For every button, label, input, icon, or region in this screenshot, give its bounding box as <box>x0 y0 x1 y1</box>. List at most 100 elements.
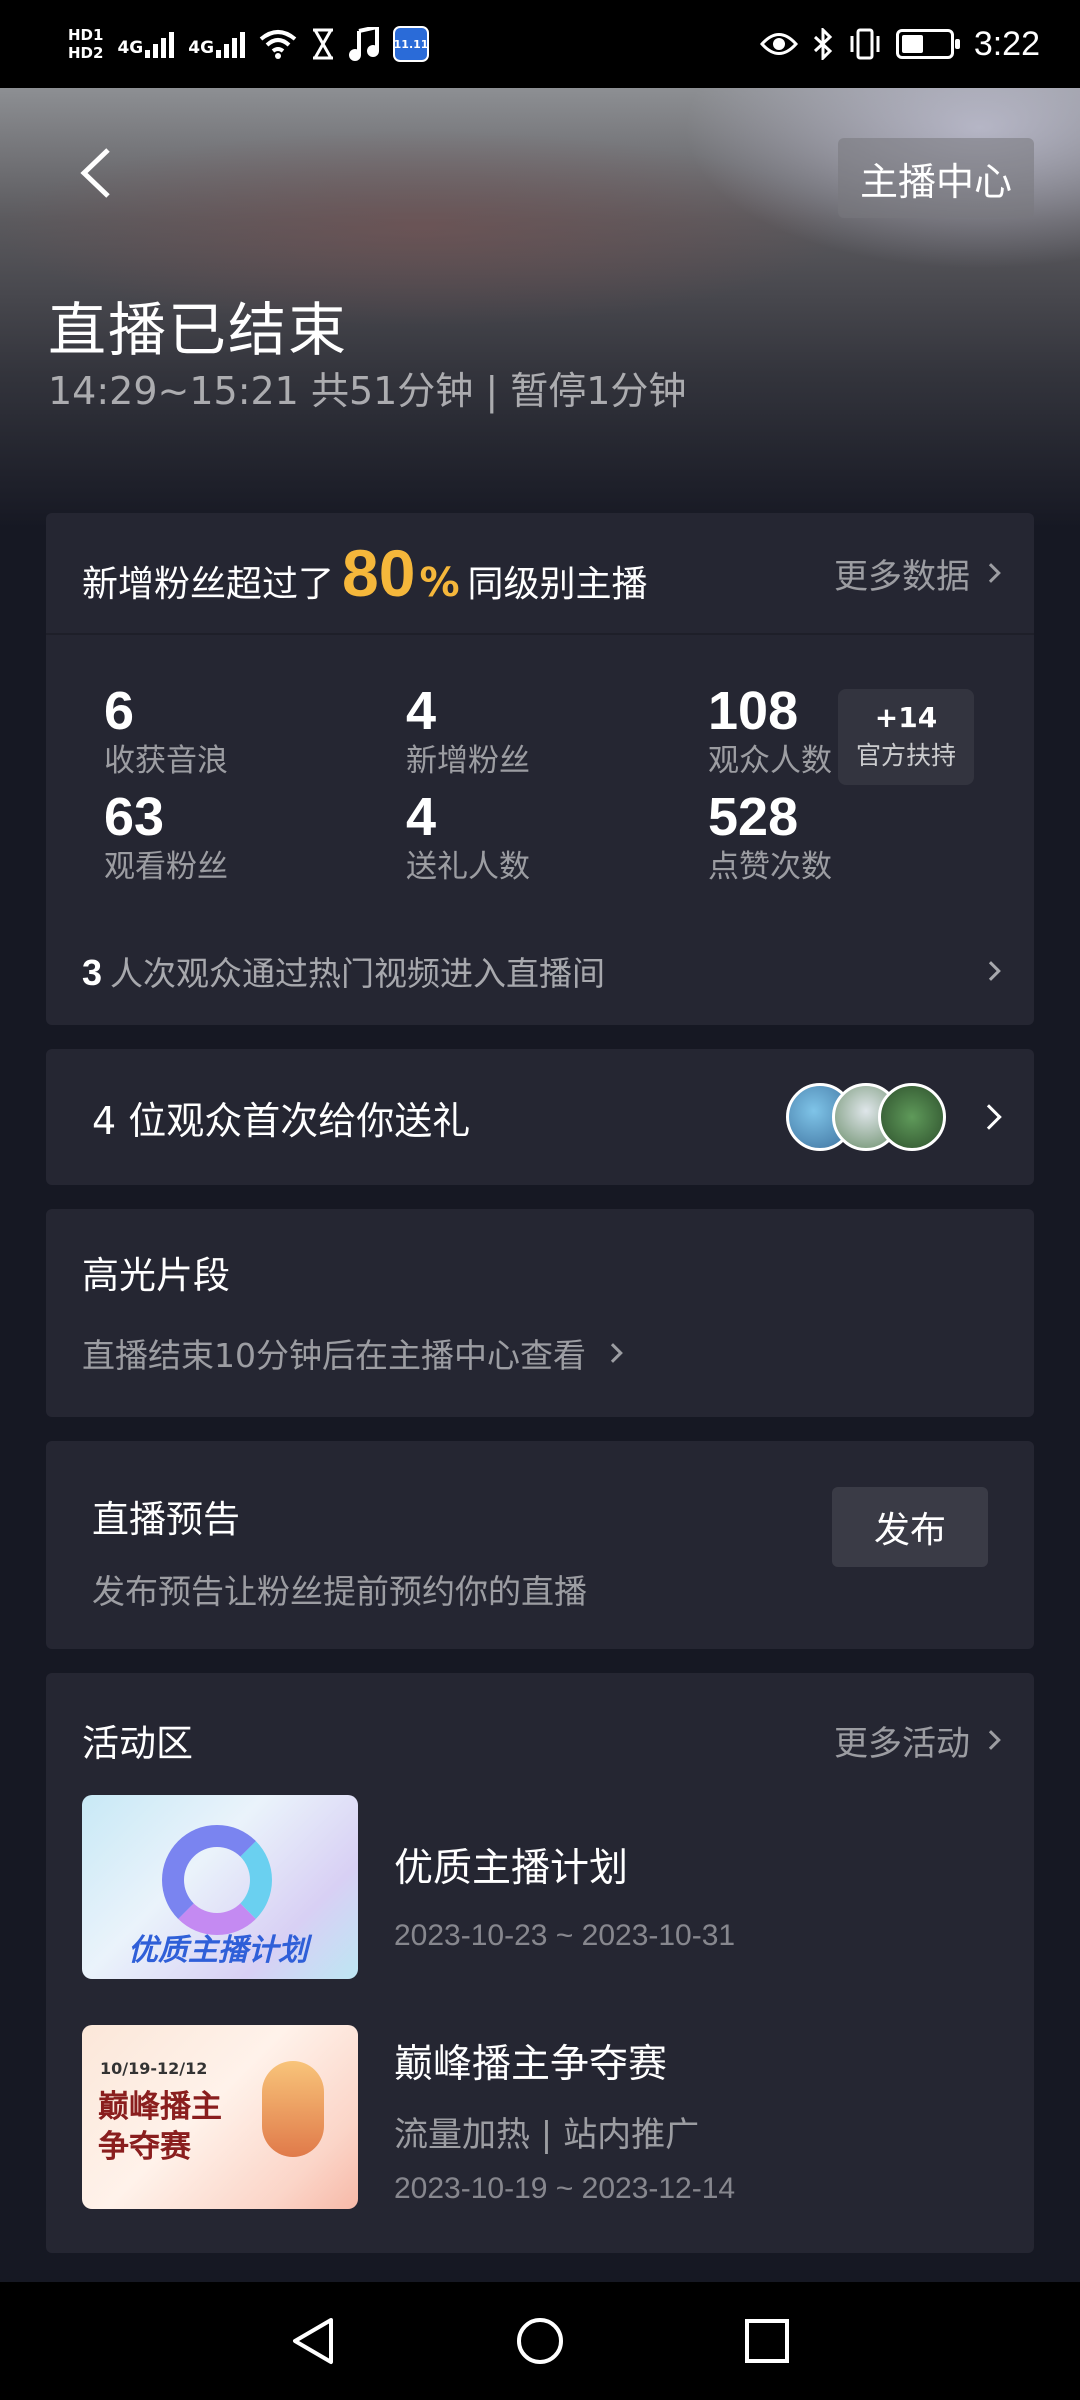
chevron-right-icon <box>981 1730 1001 1750</box>
activity-date: 2023-10-19 ~ 2023-12-14 <box>394 2172 736 2205</box>
thumbnail-text: 巅峰播主 争夺赛 <box>98 2087 222 2167</box>
header: 主播中心 直播已结束 14:29~15:21 共51分钟 | 暂停1分钟 <box>0 88 1080 528</box>
activity-info: 优质主播计划 2023-10-23 ~ 2023-10-31 <box>394 1795 735 1953</box>
gift-right <box>786 1083 1002 1151</box>
activity-info: 巅峰播主争夺赛 流量加热 | 站内推广 2023-10-19 ~ 2023-12… <box>394 2025 735 2206</box>
first-gift-card[interactable]: 4 位观众首次给你送礼 <box>46 1049 1034 1185</box>
stat-label: 点赞次数 <box>708 849 832 885</box>
hd2-label: HD2 <box>68 44 104 62</box>
activity-thumbnail: 10/19-12/12 巅峰播主 争夺赛 <box>82 2025 358 2209</box>
stat-value: 4 <box>406 787 437 847</box>
activity-item[interactable]: 10/19-12/12 巅峰播主 争夺赛 巅峰播主争夺赛 流量加热 | 站内推广… <box>82 2025 998 2209</box>
stat-new-fans[interactable]: 4 新增粉丝 <box>406 681 530 781</box>
activities-card: 活动区 更多活动 优质主播计划 优质主播计划 2023-10-23 ~ 2023… <box>46 1673 1034 2253</box>
hot-video-text: 3 人次观众通过热门视频进入直播间 <box>82 947 605 995</box>
activity-tags: 流量加热 | 站内推广 <box>394 2115 700 2155</box>
wifi-icon <box>259 30 297 59</box>
chevron-right-icon <box>981 961 1001 981</box>
square-recents-icon <box>744 2319 789 2363</box>
highlights-card: 高光片段 直播结束10分钟后在主播中心查看 <box>46 1209 1034 1417</box>
first-gift-text: 4 位观众首次给你送礼 <box>92 1098 471 1143</box>
stat-label: 收获音浪 <box>104 743 228 779</box>
official-support-badge: +14 官方扶持 <box>838 689 974 785</box>
stat-value: 108 <box>708 681 799 741</box>
more-activities-link[interactable]: 更多活动 <box>834 1716 1001 1765</box>
headline-percent: 80 <box>342 536 416 610</box>
stat-watching-fans[interactable]: 63 观看粉丝 <box>104 787 228 887</box>
hot-count: 3 <box>82 952 103 993</box>
headline-suffix: 同级别主播 <box>467 564 648 605</box>
activity-date: 2023-10-23 ~ 2023-10-31 <box>394 1919 736 1952</box>
navigation-bar <box>0 2282 1080 2400</box>
status-bar-right: 3:22 <box>759 24 1040 64</box>
hd1-label: HD1 <box>68 26 104 44</box>
preview-subtitle: 发布预告让粉丝提前预约你的直播 <box>92 1572 587 1611</box>
signal-2-label: 4G <box>188 38 215 58</box>
circle-home-icon <box>516 2318 563 2364</box>
chevron-right-icon <box>981 563 1001 583</box>
triangle-back-icon <box>293 2318 334 2364</box>
signal-2-icon: 4G <box>188 30 246 58</box>
publish-button[interactable]: 发布 <box>832 1487 988 1567</box>
stat-value: 63 <box>104 787 165 847</box>
stat-gift-senders[interactable]: 4 送礼人数 <box>406 787 530 887</box>
avatar <box>878 1083 946 1151</box>
more-data-label: 更多数据 <box>834 556 970 597</box>
chevron-right-icon <box>603 1343 623 1363</box>
fans-growth-headline: 新增粉丝超过了 80 % 同级别主播 <box>82 535 648 611</box>
anchor-center-button[interactable]: 主播中心 <box>837 138 1034 218</box>
stat-likes[interactable]: 528 点赞次数 <box>708 787 832 887</box>
thumbnail-text-line1: 巅峰播主 <box>98 2089 222 2125</box>
hd-indicator: HD1 HD2 <box>68 26 103 62</box>
vibrate-icon <box>850 28 880 60</box>
chevron-left-icon <box>80 148 110 198</box>
stat-label: 送礼人数 <box>406 849 530 885</box>
badge-label: 官方扶持 <box>855 741 956 770</box>
back-button[interactable] <box>60 138 130 208</box>
stat-value: 4 <box>406 681 437 741</box>
signal-1-label: 4G <box>117 38 144 58</box>
hourglass-icon <box>313 28 334 60</box>
stats-header: 新增粉丝超过了 80 % 同级别主播 更多数据 <box>46 513 1034 635</box>
hot-video-entry-row[interactable]: 3 人次观众通过热门视频进入直播间 <box>82 941 1001 1001</box>
avatar-group <box>786 1083 946 1151</box>
nav-back-button[interactable] <box>273 2301 353 2381</box>
activity-item[interactable]: 优质主播计划 优质主播计划 2023-10-23 ~ 2023-10-31 <box>82 1795 998 1979</box>
thumbnail-text-line2: 争夺赛 <box>98 2129 191 2165</box>
more-activities-label: 更多活动 <box>834 1723 970 1764</box>
microphone-icon <box>262 2061 324 2157</box>
live-preview-card: 直播预告 发布预告让粉丝提前预约你的直播 发布 <box>46 1441 1034 1649</box>
highlights-title: 高光片段 <box>82 1254 230 1297</box>
stat-value: 528 <box>708 787 799 847</box>
headline-prefix: 新增粉丝超过了 <box>82 564 335 605</box>
headline-percent-sign: % <box>419 560 460 606</box>
stat-sound-waves[interactable]: 6 收获音浪 <box>104 681 228 781</box>
eye-icon <box>759 33 798 55</box>
battery-icon <box>895 29 960 59</box>
stats-card: 新增粉丝超过了 80 % 同级别主播 更多数据 6 收获音浪 4 新增粉丝 10… <box>46 513 1034 1025</box>
highlights-subtitle: 直播结束10分钟后在主播中心查看 <box>82 1336 586 1375</box>
live-duration: 14:29~15:21 共51分钟 | 暂停1分钟 <box>48 369 687 413</box>
stat-viewers[interactable]: 108 观众人数 <box>708 681 832 781</box>
stat-label: 观看粉丝 <box>104 849 228 885</box>
bluetooth-icon <box>813 28 832 60</box>
stat-value: 6 <box>104 681 135 741</box>
clock: 3:22 <box>973 24 1040 63</box>
app-notification-icon: 11.11 <box>393 26 430 62</box>
activity-name: 巅峰播主争夺赛 <box>394 2042 668 2087</box>
status-bar: HD1 HD2 4G 4G 11.11 3:22 <box>0 0 1080 88</box>
status-bar-left: HD1 HD2 4G 4G 11.11 <box>68 26 430 62</box>
activity-name: 优质主播计划 <box>394 1846 629 1891</box>
nav-home-button[interactable] <box>500 2301 580 2381</box>
more-data-link[interactable]: 更多数据 <box>834 549 1001 598</box>
highlights-link[interactable]: 直播结束10分钟后在主播中心查看 <box>82 1329 998 1377</box>
hot-text: 人次观众通过热门视频进入直播间 <box>110 954 606 993</box>
page-title: 直播已结束 <box>48 296 349 364</box>
douyin-logo-icon <box>162 1825 272 1935</box>
signal-1-icon: 4G <box>117 30 175 58</box>
thumbnail-text: 优质主播计划 <box>128 1933 308 1968</box>
activities-title: 活动区 <box>82 1722 193 1765</box>
music-note-icon <box>349 27 380 61</box>
live-summary-page: HD1 HD2 4G 4G 11.11 3:22 主播中心 直播已结束 14:2… <box>0 0 1080 2400</box>
nav-recents-button[interactable] <box>727 2301 807 2381</box>
